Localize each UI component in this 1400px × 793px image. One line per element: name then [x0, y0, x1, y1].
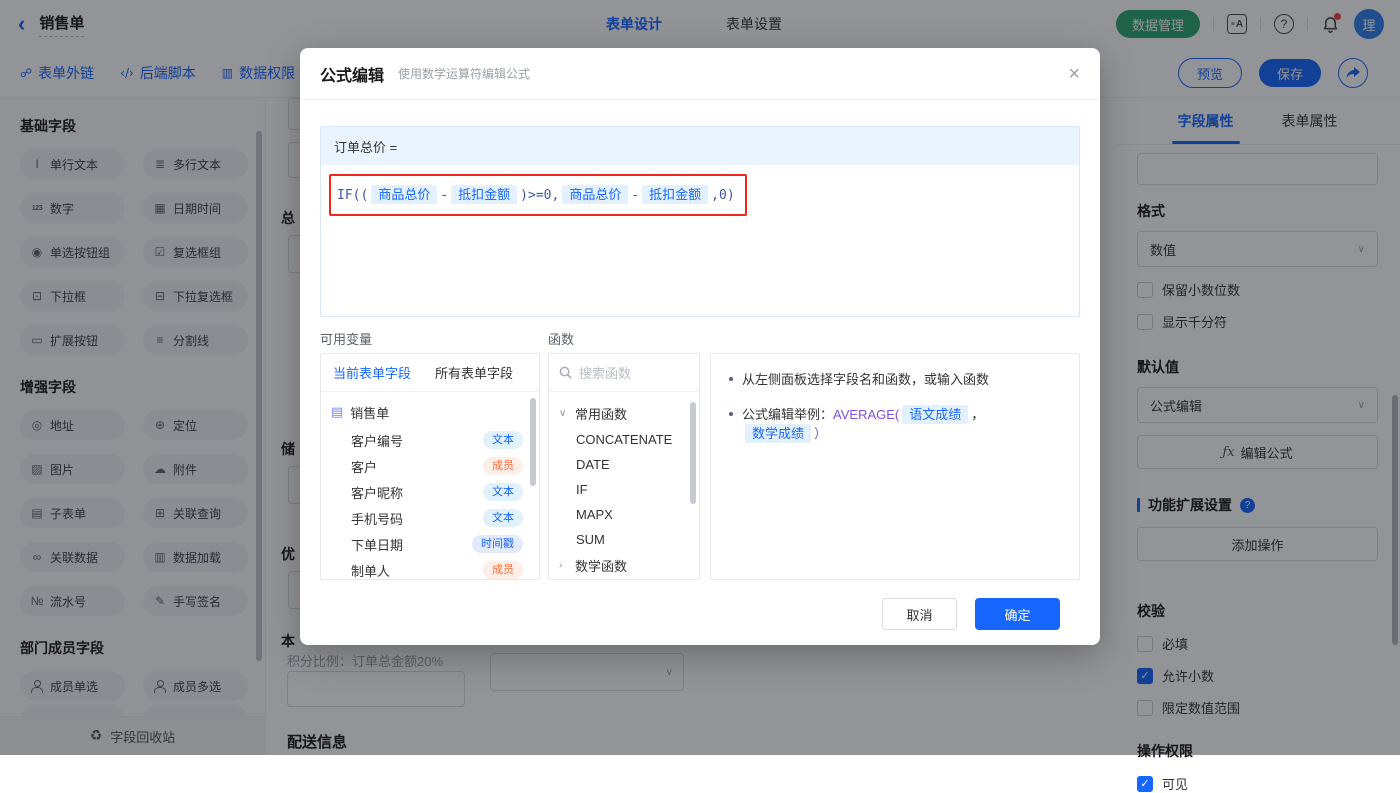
formula-edit-modal: 公式编辑 使用数学运算符编辑公式 × 订单总价 = IF((商品总价 - 抵扣金额)… — [300, 48, 1100, 645]
tab-current-form-fields[interactable]: 当前表单字段 — [333, 363, 411, 382]
bullet-icon — [729, 377, 733, 381]
cancel-button[interactable]: 取消 — [882, 598, 957, 630]
tips-label-spacer — [710, 329, 1080, 345]
function-item[interactable]: IF — [559, 477, 695, 502]
variable-name: 客户编号 — [351, 433, 404, 449]
tip-2-text: 公式编辑举例：AVERAGE(语文成绩 ， 数学成绩） — [742, 404, 1061, 444]
formula-editor: 订单总价 = IF((商品总价 - 抵扣金额)>=0, 商品总价 - 抵扣金额 ,0) — [320, 126, 1080, 317]
modal-subtitle: 使用数学运算符编辑公式 — [398, 67, 531, 81]
form-doc-icon: ▤ — [331, 405, 344, 420]
confirm-button[interactable]: 确定 — [975, 598, 1060, 630]
function-search[interactable]: 搜索函数 — [549, 354, 699, 392]
formula-text: ） — [814, 426, 828, 441]
variables-tree: ▤ 销售单 客户编号 文本 客户 成员 客户昵称 文本 手机号码 文本 下单日期 时间戳 制单人 成员 — [321, 392, 539, 579]
function-group[interactable]: ∨ 常用函数 — [559, 400, 695, 427]
tree-root-label: 销售单 — [350, 406, 390, 421]
formula-text: AVERAGE( — [833, 406, 900, 422]
tip-line-2: 公式编辑举例：AVERAGE(语文成绩 ， 数学成绩） — [729, 404, 1061, 444]
tree-root[interactable]: ▤ 销售单 — [321, 398, 539, 427]
formula-expression: IF((商品总价 - 抵扣金额)>=0, 商品总价 - 抵扣金额 ,0) — [337, 185, 735, 204]
formula-text: )>=0, — [520, 188, 560, 203]
variable-name: 客户昵称 — [351, 485, 404, 501]
formula-text: - — [440, 188, 449, 203]
variable-rows: 客户编号 文本 客户 成员 客户昵称 文本 手机号码 文本 下单日期 时间戳 制单人 成员 — [321, 427, 539, 579]
formula-text: ,0) — [711, 188, 735, 203]
functions-scrollbar[interactable] — [690, 402, 696, 504]
functions-panel: 搜索函数 ∨常用函数CONCATENATEDATEIFMAPXSUM›数学函数›… — [548, 353, 700, 580]
close-icon[interactable]: × — [1068, 64, 1080, 84]
function-item[interactable]: MAPX — [559, 502, 695, 527]
function-item[interactable]: DATE — [559, 452, 695, 477]
chevron-down-icon: ∨ — [559, 408, 567, 419]
variables-scrollbar[interactable] — [530, 398, 536, 486]
variable-type-badge: 成员 — [483, 456, 523, 476]
variables-tabs: 当前表单字段 所有表单字段 — [321, 354, 539, 392]
modal-title: 公式编辑 — [320, 67, 385, 85]
tip-1-text: 从左侧面板选择字段名和函数，或输入函数 — [742, 372, 990, 387]
variable-name: 制单人 — [351, 563, 391, 579]
search-placeholder: 搜索函数 — [579, 366, 632, 381]
modal-header: 公式编辑 使用数学运算符编辑公式 × — [300, 48, 1100, 100]
function-group[interactable]: › 数学函数 — [559, 552, 695, 579]
variable-type-badge: 成员 — [483, 560, 523, 579]
formula-field-token[interactable]: 商品总价 — [562, 185, 629, 204]
function-group[interactable]: ›文本函数 — [559, 579, 695, 580]
function-list: ∨ 常用函数 CONCATENATEDATEIFMAPXSUM › 数学函数 ›文本函数 — [549, 392, 699, 580]
formula-field-token[interactable]: 商品总价 — [371, 185, 438, 204]
formula-field-token[interactable]: 语文成绩 — [902, 404, 969, 424]
checkbox-checked[interactable]: ✓ — [1137, 775, 1153, 792]
variable-type-badge: 文本 — [483, 482, 523, 502]
variable-name: 下单日期 — [351, 537, 404, 553]
function-group-label: 数学函数 — [575, 559, 628, 574]
variables-panel: 当前表单字段 所有表单字段 ▤ 销售单 客户编号 文本 客户 成员 客户昵称 文本 手机号码… — [320, 353, 540, 580]
formula-text: IF(( — [337, 188, 369, 203]
modal-footer: 取消 确定 — [320, 580, 1080, 630]
checkbox-row[interactable]: ✓ 可见 — [1137, 774, 1378, 793]
formula-text: - — [631, 188, 640, 203]
formula-highlight-box: IF((商品总价 - 抵扣金额)>=0, 商品总价 - 抵扣金额 ,0) — [329, 174, 747, 216]
functions-label: 函数 — [548, 332, 575, 347]
formula-field-token[interactable]: 抵扣金额 — [642, 185, 709, 204]
permission-checkboxes: ✓ 可见 — [1137, 774, 1378, 793]
tip-line-1: 从左侧面板选择字段名和函数，或输入函数 — [729, 370, 1061, 390]
variable-row[interactable]: 制单人 成员 — [321, 557, 539, 579]
variable-row[interactable]: 手机号码 文本 — [321, 505, 539, 531]
search-icon — [559, 366, 572, 379]
variable-row[interactable]: 客户编号 文本 — [321, 427, 539, 453]
checkbox-label: 可见 — [1162, 777, 1189, 792]
tab-all-form-fields[interactable]: 所有表单字段 — [435, 363, 513, 382]
function-item[interactable]: CONCATENATE — [559, 427, 695, 452]
variable-name: 手机号码 — [351, 511, 404, 527]
variable-type-badge: 文本 — [483, 508, 523, 528]
formula-field-token[interactable]: 抵扣金额 — [451, 185, 518, 204]
formula-input-area[interactable]: IF((商品总价 - 抵扣金额)>=0, 商品总价 - 抵扣金额 ,0) — [321, 165, 1079, 316]
variable-name: 客户 — [351, 459, 378, 475]
formula-target-label: 订单总价 = — [334, 139, 398, 155]
function-item[interactable]: SUM — [559, 527, 695, 552]
formula-text: 公式编辑举例： — [742, 406, 834, 422]
variables-label: 可用变量 — [320, 332, 373, 347]
formula-field-token[interactable]: 数学成绩 — [745, 424, 812, 443]
function-group-label: 常用函数 — [575, 407, 628, 422]
bullet-icon — [729, 411, 733, 416]
formula-target: 订单总价 = — [321, 127, 1079, 165]
variable-row[interactable]: 下单日期 时间戳 — [321, 531, 539, 557]
variable-type-badge: 文本 — [483, 430, 523, 450]
variable-type-badge: 时间戳 — [472, 534, 523, 554]
chevron-right-icon: › — [559, 560, 563, 571]
formula-text: ， — [971, 406, 985, 422]
tips-panel: 从左侧面板选择字段名和函数，或输入函数 公式编辑举例：AVERAGE(语文成绩，… — [710, 353, 1080, 580]
variable-row[interactable]: 客户 成员 — [321, 453, 539, 479]
variable-row[interactable]: 客户昵称 文本 — [321, 479, 539, 505]
